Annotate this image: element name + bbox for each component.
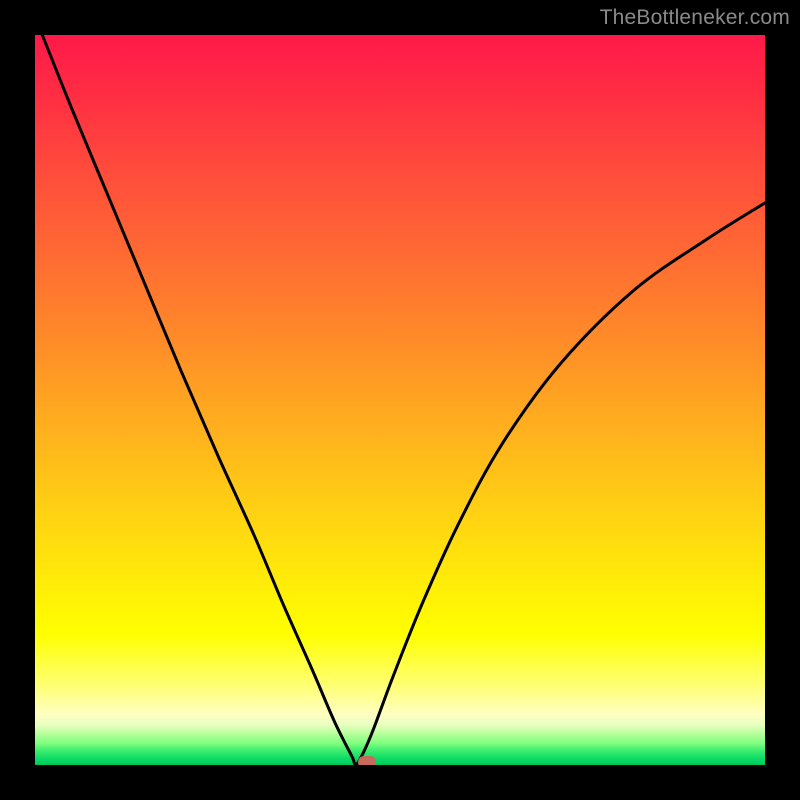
bottleneck-curve: [42, 35, 765, 765]
plot-area: [35, 35, 765, 765]
chart-frame: TheBottleneker.com: [0, 0, 800, 800]
curve-svg: [35, 35, 765, 765]
watermark-text: TheBottleneker.com: [600, 6, 790, 30]
minimum-marker: [358, 756, 376, 765]
